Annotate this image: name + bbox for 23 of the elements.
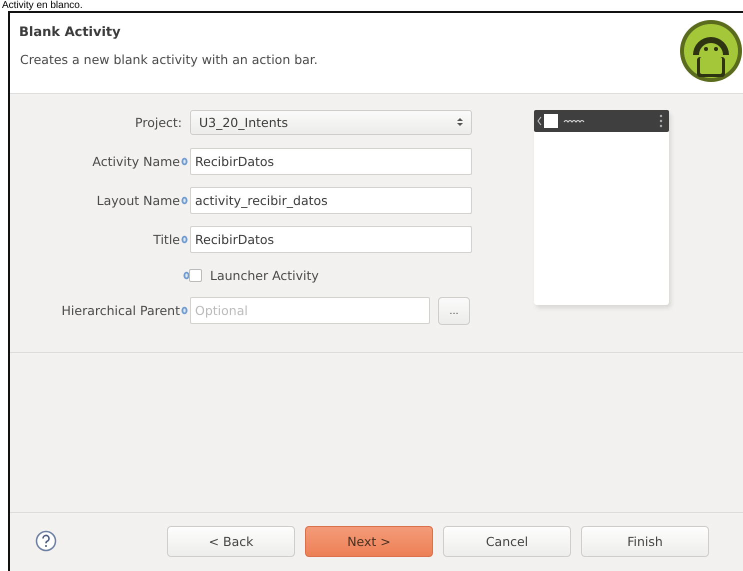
field-label: Hierarchical Parent xyxy=(62,303,180,318)
field-label: Activity Name xyxy=(92,154,180,169)
wizard-button[interactable]: Cancel xyxy=(443,526,571,556)
wizard-title: Blank Activity xyxy=(19,25,122,40)
dropdown-arrows-icon xyxy=(457,117,463,127)
text-field[interactable]: RecibirDatos xyxy=(190,148,472,175)
browse-button[interactable]: ... xyxy=(438,296,470,324)
next-button[interactable]: Next > xyxy=(305,526,433,556)
checkbox-label[interactable]: Launcher Activity xyxy=(210,268,319,282)
wizard-description: Creates a new blank activity with an action bar. xyxy=(20,52,318,67)
checkbox[interactable] xyxy=(189,268,202,282)
text-field[interactable]: activity_recibir_datos xyxy=(190,187,472,214)
text-field[interactable]: Optional xyxy=(190,297,430,324)
text-field[interactable]: RecibirDatos xyxy=(190,226,472,253)
wizard-button[interactable]: < Back xyxy=(167,526,295,556)
field-label: Project: xyxy=(135,115,182,130)
project-dropdown[interactable]: U3_20_Intents xyxy=(190,110,472,135)
android-logo-icon xyxy=(679,19,743,83)
field-label: Title xyxy=(153,232,180,247)
field-label: Layout Name xyxy=(96,193,180,208)
help-icon[interactable] xyxy=(35,530,57,552)
wizard-button[interactable]: Finish xyxy=(581,526,709,556)
caption-text: Activity en blanco. xyxy=(2,0,83,11)
